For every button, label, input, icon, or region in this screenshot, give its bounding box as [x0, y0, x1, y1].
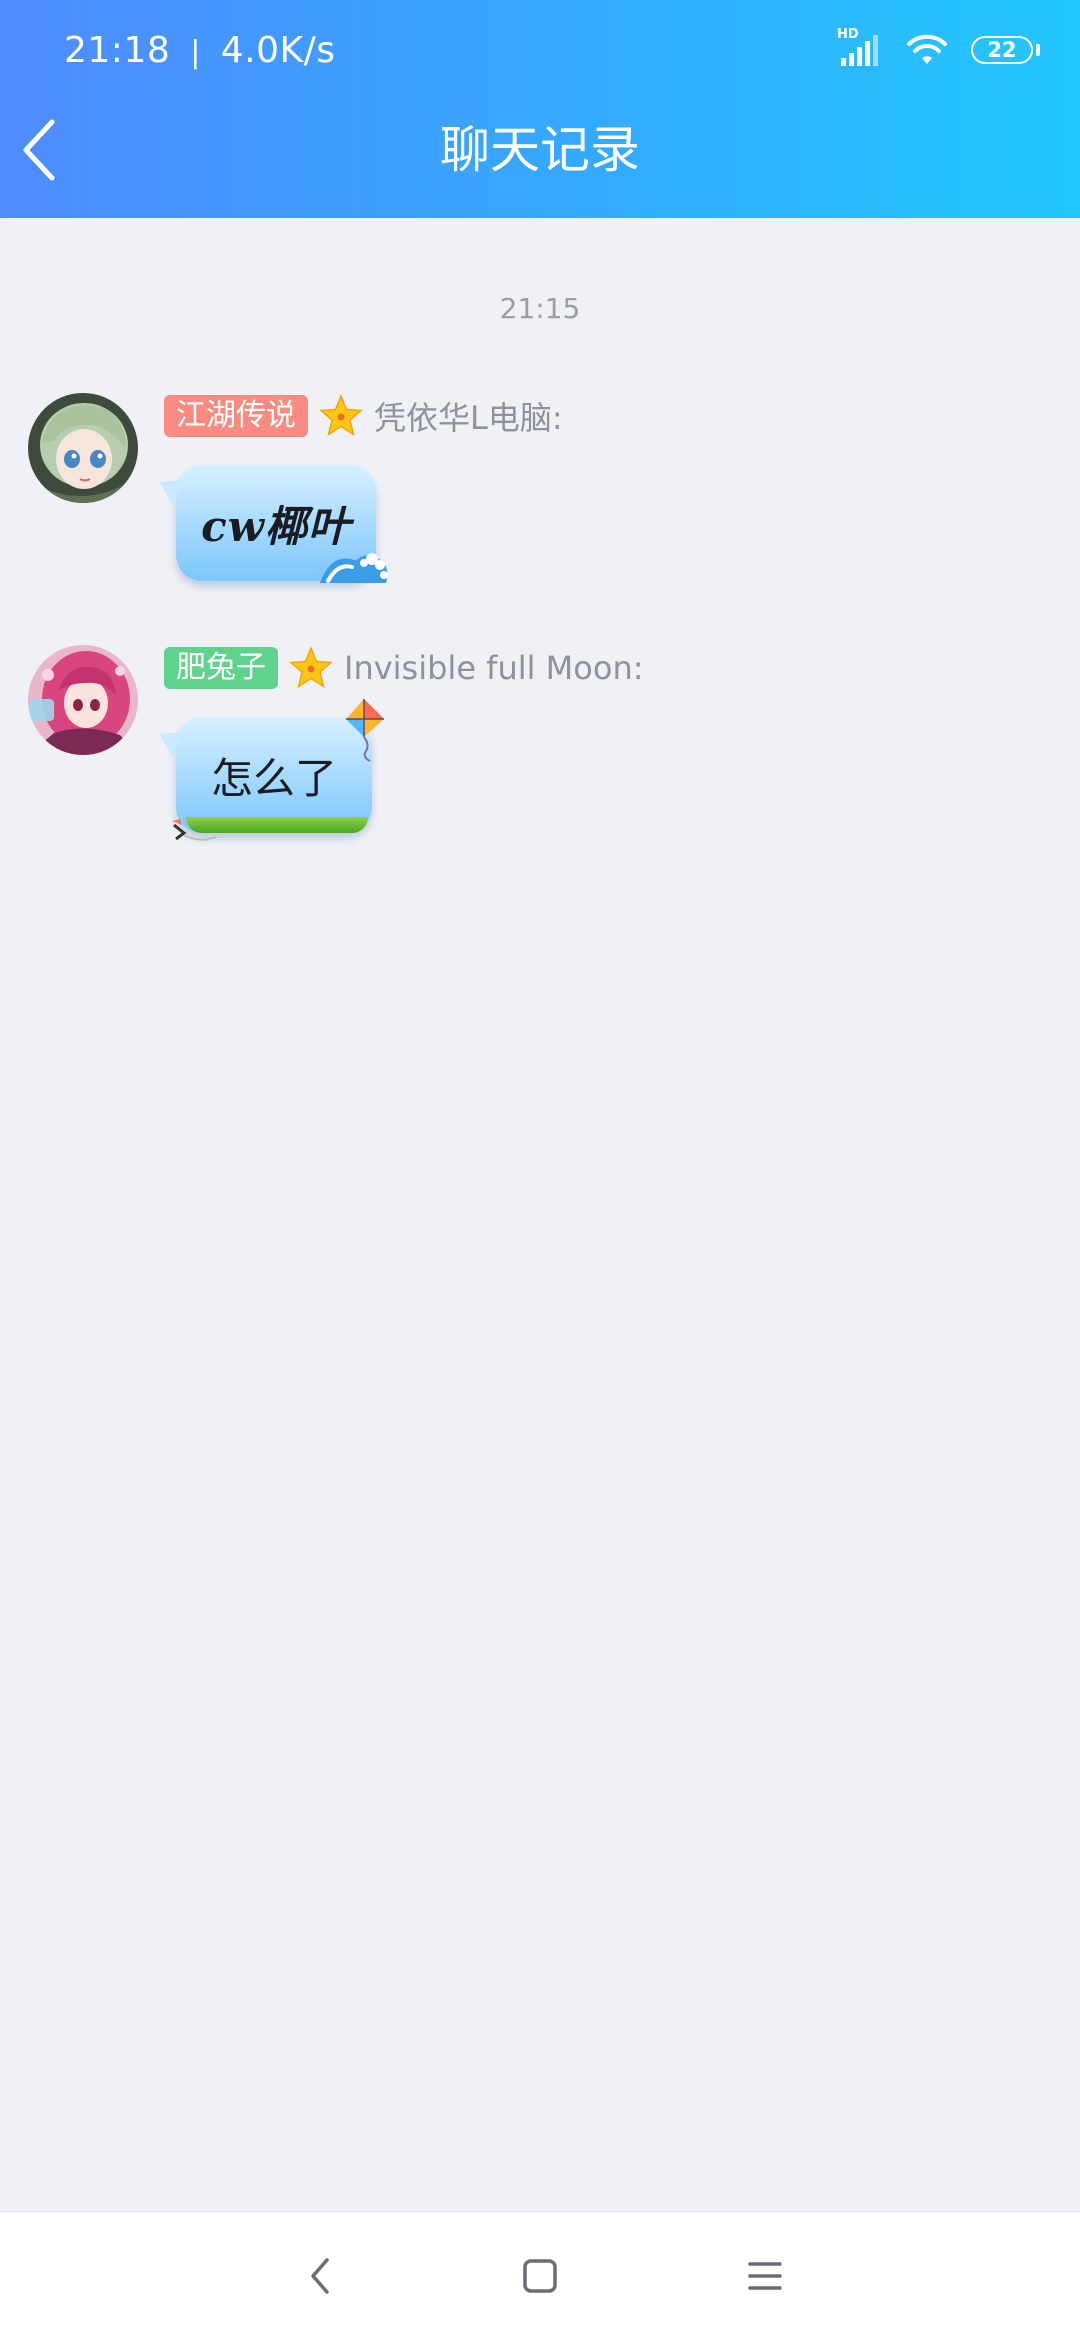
sender-line: 江湖传说 凭依华L电脑:	[164, 393, 563, 439]
status-separator: |	[190, 35, 201, 70]
title-badge: 江湖传说	[164, 395, 308, 437]
app-header: 21:18 | 4.0K/s HD 22 聊天记录	[0, 0, 1080, 218]
status-time: 21:18	[64, 30, 171, 71]
status-bar-right: HD 22	[837, 28, 1040, 70]
sender-line: 肥兔子 Invisible full Moon:	[164, 645, 644, 691]
chat-message: 江湖传说 凭依华L电脑: cw椰叶	[0, 393, 1080, 593]
avatar[interactable]	[28, 393, 138, 503]
page-title: 聊天记录	[440, 121, 640, 179]
hd-signal-icon: HD	[837, 28, 883, 68]
message-text: 怎么了	[210, 753, 337, 803]
star-icon	[319, 394, 363, 437]
chat-timestamp: 21:15	[499, 292, 581, 325]
message-bubble[interactable]: cw椰叶	[152, 465, 388, 583]
star-icon	[289, 646, 333, 689]
bubble-tail	[152, 469, 186, 505]
anime-avatar-image	[28, 393, 138, 503]
wifi-icon	[907, 34, 947, 64]
anime-avatar-image	[28, 645, 138, 755]
chat-message: 肥兔子 Invisible full Moon: 怎么了	[0, 645, 1080, 855]
square-home-icon	[523, 2259, 557, 2293]
ribbon-decoration-icon	[172, 819, 217, 841]
battery-icon: 22	[971, 36, 1033, 64]
nav-home-button[interactable]	[510, 2246, 570, 2306]
message-text: cw椰叶	[201, 501, 351, 551]
avatar[interactable]	[28, 645, 138, 755]
hamburger-menu-icon	[748, 2262, 782, 2290]
message-bubble[interactable]: 怎么了	[152, 699, 384, 841]
nav-menu-button[interactable]	[735, 2246, 795, 2306]
system-nav-bar	[0, 2211, 1080, 2340]
battery-level: 22	[987, 38, 1017, 62]
sender-name: Invisible full Moon:	[344, 649, 644, 687]
title-badge: 肥兔子	[164, 647, 278, 689]
network-speed: 4.0K/s	[220, 30, 336, 71]
back-arrow-icon	[311, 2258, 329, 2294]
nav-back-button[interactable]	[290, 2246, 350, 2306]
bubble-tail	[152, 721, 186, 757]
kite-icon	[346, 699, 384, 762]
chat-history-screen: 21:18 | 4.0K/s HD 22 聊天记录 21:15 江湖传说 凭依华…	[0, 0, 1080, 2340]
battery-nub	[1036, 44, 1040, 56]
sender-name: 凭依华L电脑:	[374, 399, 563, 437]
status-bar-left: 21:18 | 4.0K/s	[64, 28, 336, 76]
